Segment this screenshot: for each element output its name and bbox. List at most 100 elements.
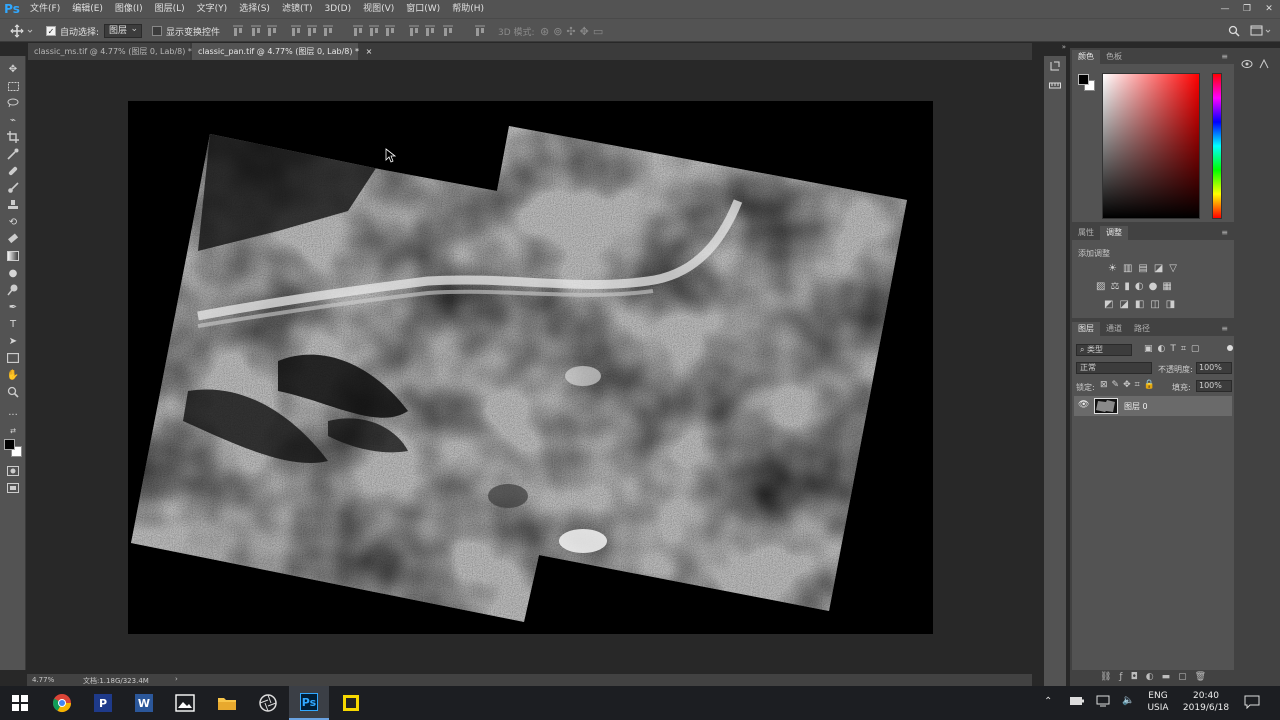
- align-icon[interactable]: [424, 25, 436, 37]
- battery-icon[interactable]: [1070, 696, 1084, 709]
- fill-input[interactable]: 100%: [1196, 380, 1232, 392]
- path-selection-tool-icon[interactable]: ➤: [5, 334, 21, 348]
- photos-taskbar-icon[interactable]: [165, 686, 205, 720]
- file-explorer-taskbar-icon[interactable]: [207, 686, 247, 720]
- swap-colors-icon[interactable]: ⇄: [5, 426, 21, 436]
- restore-button[interactable]: ❐: [1236, 0, 1258, 18]
- panel-menu-icon[interactable]: ≡: [1215, 322, 1234, 336]
- tab-layers[interactable]: 图层: [1072, 322, 1100, 336]
- tab-classic-ms[interactable]: classic_ms.tif @ 4.77% (图层 0, Lab/8) * ×: [28, 43, 205, 60]
- volume-icon[interactable]: 🔈: [1122, 695, 1134, 706]
- color-swatches[interactable]: [4, 439, 22, 457]
- status-menu-arrow-icon[interactable]: ›: [175, 675, 178, 683]
- layer-actions-icons[interactable]: ⛓ƒ◘◐▬▢🗑: [1100, 672, 1214, 682]
- aperture-app-taskbar-icon[interactable]: [248, 686, 288, 720]
- screen-mode-icon[interactable]: [5, 481, 21, 495]
- menu-type[interactable]: 文字(Y): [191, 0, 234, 18]
- hue-slider[interactable]: [1212, 73, 1222, 219]
- 3d-mode-icons[interactable]: ⊛⊚✣✥▭: [540, 24, 607, 38]
- sticky-notes-taskbar-icon[interactable]: [331, 686, 371, 720]
- healing-brush-tool-icon[interactable]: [5, 164, 21, 178]
- layer-name[interactable]: 图层 0: [1124, 401, 1148, 412]
- clone-stamp-tool-icon[interactable]: [5, 198, 21, 212]
- word-taskbar-icon[interactable]: W: [124, 686, 164, 720]
- lock-icons[interactable]: ⊠✎✥⌗🔒: [1100, 380, 1159, 390]
- foreground-color-swatch[interactable]: [4, 439, 15, 450]
- align-icon[interactable]: [408, 25, 420, 37]
- hand-tool-icon[interactable]: ✋: [5, 368, 21, 382]
- align-icon[interactable]: [474, 25, 486, 37]
- align-icon[interactable]: [250, 25, 262, 37]
- adjustment-row-3-icons[interactable]: ◩◪◧◫◨: [1104, 299, 1181, 310]
- align-icon[interactable]: [266, 25, 278, 37]
- align-icon[interactable]: [232, 25, 244, 37]
- collapse-dock-icon[interactable]: »: [1044, 43, 1066, 51]
- minimize-button[interactable]: —: [1214, 0, 1236, 18]
- layer-filter-icons[interactable]: ▣◐T⌗▢: [1144, 344, 1204, 354]
- tab-color[interactable]: 颜色: [1072, 50, 1100, 64]
- adjustment-row-1-icons[interactable]: ☀▥▤◪▽: [1108, 263, 1183, 274]
- align-icon[interactable]: [352, 25, 364, 37]
- chrome-taskbar-icon[interactable]: [42, 686, 82, 720]
- menu-file[interactable]: 文件(F): [24, 0, 66, 18]
- tray-overflow-icon[interactable]: ⌃: [1044, 696, 1052, 707]
- dodge-tool-icon[interactable]: [5, 283, 21, 297]
- tab-channels[interactable]: 通道: [1100, 322, 1128, 336]
- align-icon[interactable]: [442, 25, 454, 37]
- adjustment-row-2-icons[interactable]: ▨⚖▮◐●▦: [1096, 281, 1177, 292]
- type-tool-icon[interactable]: T: [5, 317, 21, 331]
- align-icon[interactable]: [368, 25, 380, 37]
- tab-adjustments[interactable]: 调整: [1100, 226, 1128, 240]
- lasso-tool-icon[interactable]: [5, 96, 21, 110]
- menu-filter[interactable]: 滤镜(T): [276, 0, 319, 18]
- align-icon[interactable]: [290, 25, 302, 37]
- blur-tool-icon[interactable]: ●: [5, 266, 21, 280]
- saturation-brightness-field[interactable]: [1102, 73, 1200, 219]
- marquee-tool-icon[interactable]: [5, 79, 21, 93]
- blend-mode-dropdown[interactable]: 正常: [1076, 362, 1152, 374]
- quick-mask-icon[interactable]: [5, 464, 21, 478]
- filter-toggle-icon[interactable]: [1227, 345, 1233, 351]
- panel-menu-icon[interactable]: ≡: [1215, 226, 1234, 240]
- auto-select-checkbox[interactable]: ✓ 自动选择:: [46, 24, 99, 38]
- menu-view[interactable]: 视图(V): [357, 0, 400, 18]
- panel-menu-icon[interactable]: ≡: [1215, 50, 1234, 64]
- history-brush-tool-icon[interactable]: ⟲: [5, 215, 21, 229]
- system-clock[interactable]: 20:40 2019/6/18: [1178, 690, 1234, 714]
- zoom-tool-icon[interactable]: [5, 385, 21, 399]
- start-button[interactable]: [0, 686, 40, 720]
- foreground-color-chip[interactable]: [1078, 74, 1089, 85]
- opacity-input[interactable]: 100%: [1196, 362, 1232, 374]
- menu-edit[interactable]: 编辑(E): [66, 0, 109, 18]
- zoom-level[interactable]: 4.77%: [32, 676, 54, 684]
- menu-select[interactable]: 选择(S): [233, 0, 276, 18]
- move-tool-preset-icon[interactable]: [10, 24, 34, 38]
- show-transform-checkbox[interactable]: 显示变换控件: [152, 24, 220, 38]
- auto-select-target-dropdown[interactable]: 图层: [104, 23, 143, 38]
- quick-select-tool-icon[interactable]: ⌁: [5, 113, 21, 127]
- pen-tool-icon[interactable]: ✒: [5, 300, 21, 314]
- align-icon[interactable]: [384, 25, 396, 37]
- rectangle-tool-icon[interactable]: [5, 351, 21, 365]
- layer-filter-dropdown[interactable]: ⌕ 类型: [1076, 344, 1132, 356]
- crop-tool-icon[interactable]: [5, 130, 21, 144]
- eraser-tool-icon[interactable]: [5, 232, 21, 246]
- menu-3d[interactable]: 3D(D): [318, 0, 357, 18]
- tab-swatches[interactable]: 色板: [1100, 50, 1128, 64]
- menu-help[interactable]: 帮助(H): [446, 0, 490, 18]
- workspace-switcher-icon[interactable]: [1250, 24, 1272, 38]
- gradient-tool-icon[interactable]: [5, 249, 21, 263]
- tab-paths[interactable]: 路径: [1128, 322, 1156, 336]
- move-tool-icon[interactable]: ✥: [5, 62, 21, 76]
- input-language-indicator[interactable]: ENG USIA: [1146, 690, 1170, 714]
- notifications-icon[interactable]: [1244, 695, 1260, 712]
- close-button[interactable]: ✕: [1258, 0, 1280, 18]
- align-icon[interactable]: [306, 25, 318, 37]
- visibility-eye-icon[interactable]: 👁: [1078, 400, 1089, 410]
- menu-image[interactable]: 图像(I): [109, 0, 149, 18]
- align-icon[interactable]: [322, 25, 334, 37]
- brush-tool-icon[interactable]: [5, 181, 21, 195]
- tab-properties[interactable]: 属性: [1072, 226, 1100, 240]
- libraries-icon[interactable]: [1240, 58, 1270, 73]
- color-chips[interactable]: [1078, 74, 1096, 92]
